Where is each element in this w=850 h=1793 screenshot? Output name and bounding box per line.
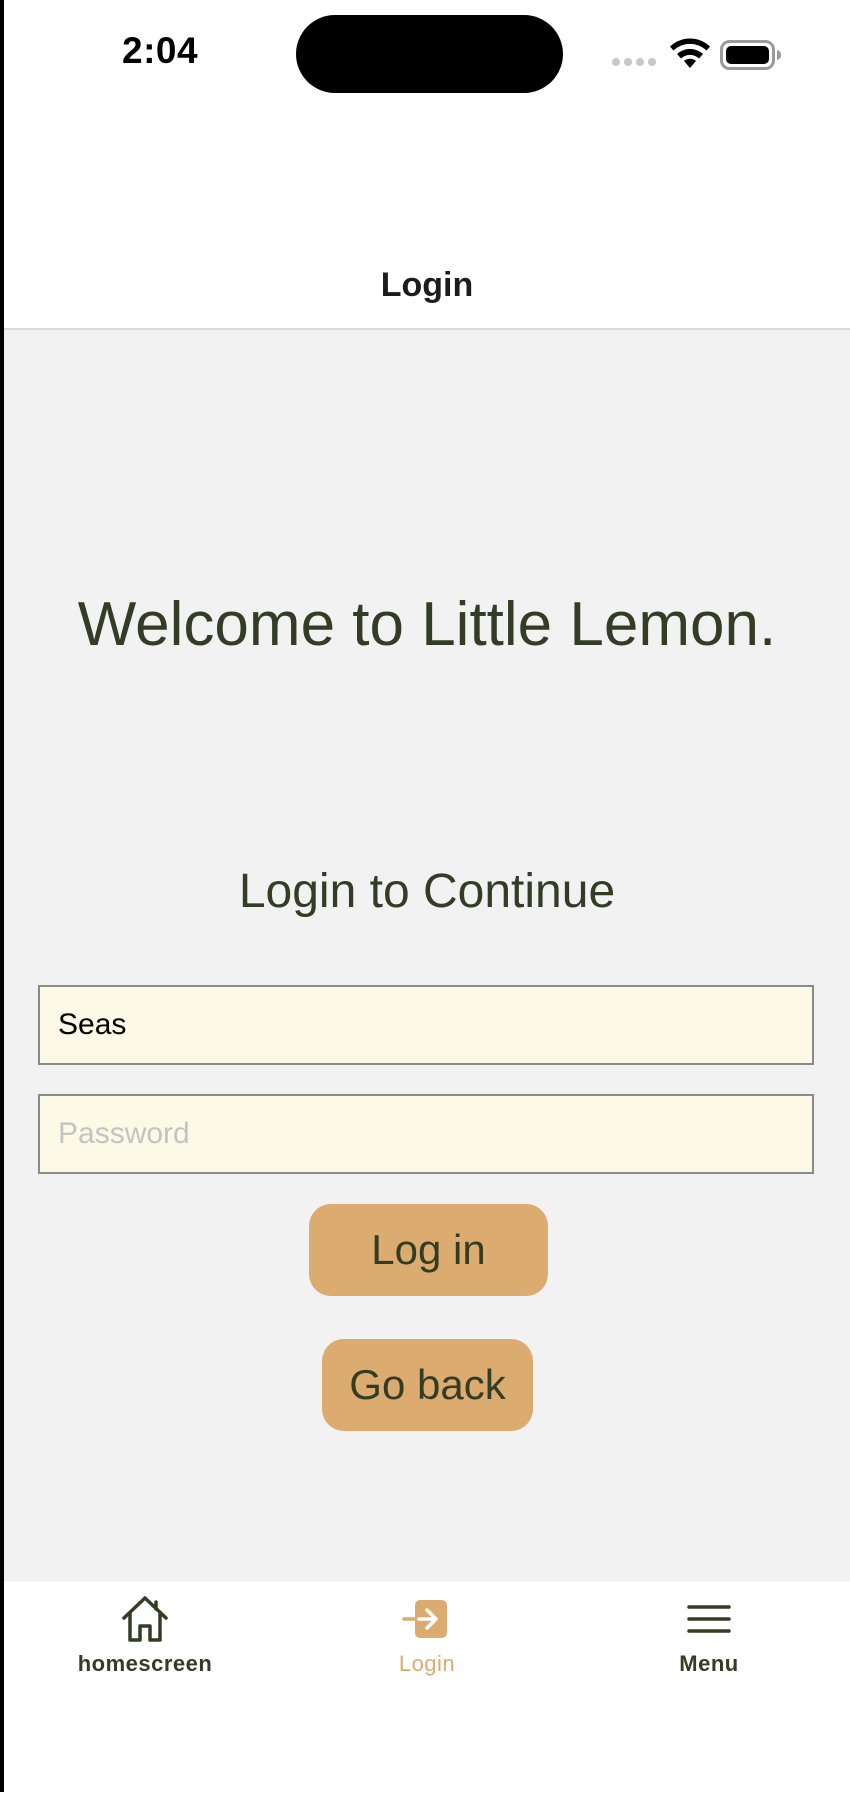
login-button[interactable]: Log in	[309, 1204, 548, 1296]
house-icon	[122, 1596, 168, 1642]
bottom-tab-bar: homescreen Login Menu	[4, 1580, 850, 1793]
login-subtitle: Login to Continue	[238, 865, 616, 918]
password-input[interactable]	[38, 1094, 814, 1174]
tab-label-homescreen: homescreen	[77, 1651, 213, 1676]
battery-icon	[720, 40, 781, 70]
tab-menu[interactable]: Menu	[568, 1581, 850, 1691]
navigation-header: Login	[4, 110, 850, 330]
hamburger-menu-icon	[687, 1605, 731, 1633]
tab-homescreen[interactable]: homescreen	[4, 1581, 286, 1691]
page-title: Login	[380, 266, 474, 304]
dynamic-island	[296, 15, 563, 93]
status-bar: 2:04	[4, 0, 850, 110]
login-arrow-icon	[402, 1600, 447, 1638]
login-content: Welcome to Little Lemon. Login to Contin…	[4, 330, 850, 1580]
go-back-button[interactable]: Go back	[322, 1339, 533, 1431]
username-input[interactable]	[38, 985, 814, 1065]
tab-login[interactable]: Login	[286, 1581, 568, 1691]
cellular-signal-icon	[612, 58, 656, 66]
wifi-icon	[670, 38, 710, 68]
tab-label-login: Login	[398, 1651, 456, 1676]
status-time: 2:04	[122, 30, 199, 71]
welcome-heading: Welcome to Little Lemon.	[77, 590, 777, 659]
tab-label-menu: Menu	[679, 1651, 739, 1676]
